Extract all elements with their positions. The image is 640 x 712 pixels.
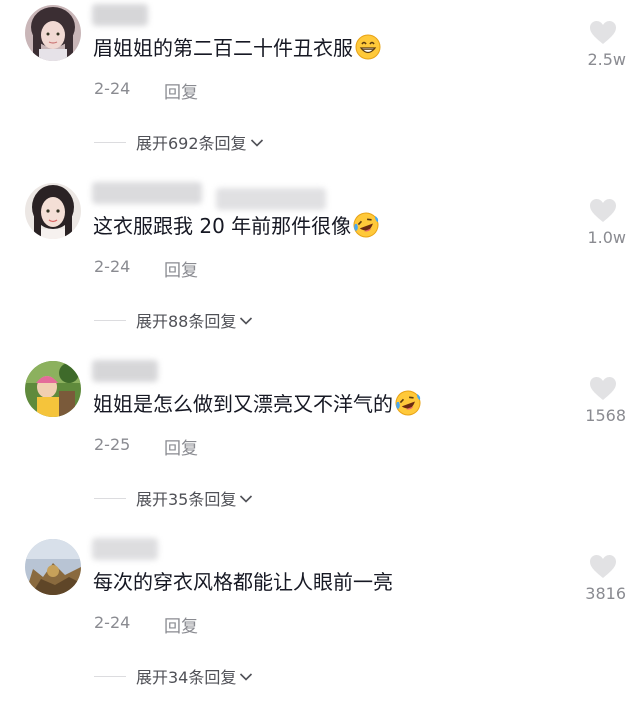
divider-line (94, 141, 126, 143)
comment-date: 2-25 (94, 435, 131, 454)
comment-item: 每次的穿衣风格都能让人眼前一亮 2-24 回复 3816 展开34条回复 (0, 534, 640, 712)
avatar-image (25, 5, 81, 61)
expand-replies-label: 展开35条回复 (136, 490, 237, 509)
expand-replies-label: 展开692条回复 (136, 134, 247, 153)
expand-replies-button[interactable]: 展开34条回复 (94, 664, 253, 688)
avatar-image (25, 539, 81, 595)
comment-text-content: 眉姐姐的第二百二十件丑衣服 (93, 36, 353, 60)
avatar[interactable] (25, 539, 81, 595)
chevron-down-icon (239, 489, 253, 508)
heart-icon[interactable] (589, 198, 617, 224)
divider-line (94, 675, 126, 677)
expand-replies-label: 展开88条回复 (136, 312, 237, 331)
comment-item: 这衣服跟我 20 年前那件很像 2-24 回复 1.0w 展开88条回复 (0, 178, 640, 356)
laughing-tears-emoji-icon (395, 390, 421, 424)
chevron-down-icon (250, 133, 264, 152)
comment-text: 这衣服跟我 20 年前那件很像 (93, 211, 379, 246)
like-count: 3816 (585, 584, 626, 603)
reply-button[interactable]: 回复 (164, 256, 198, 281)
heart-icon[interactable] (589, 376, 617, 402)
username-blurred[interactable] (92, 538, 158, 560)
grinning-face-emoji-icon (355, 34, 381, 68)
expand-replies-button[interactable]: 展开35条回复 (94, 486, 253, 510)
username-blurred[interactable] (92, 360, 158, 382)
reply-button[interactable]: 回复 (164, 612, 198, 637)
username-blurred-secondary (216, 188, 326, 210)
chevron-down-icon (239, 311, 253, 330)
comment-date: 2-24 (94, 257, 131, 276)
like-count: 1568 (585, 406, 626, 425)
comment-text-content: 每次的穿衣风格都能让人眼前一亮 (93, 570, 393, 594)
comment-text: 姐姐是怎么做到又漂亮又不洋气的 (93, 389, 421, 424)
avatar-image (25, 183, 81, 239)
expand-replies-label: 展开34条回复 (136, 668, 237, 687)
divider-line (94, 319, 126, 321)
reply-button[interactable]: 回复 (164, 434, 198, 459)
comment-item: 眉姐姐的第二百二十件丑衣服 2-24 回复 2.5w 展开692条回复 (0, 0, 640, 178)
comment-text-content: 姐姐是怎么做到又漂亮又不洋气的 (93, 392, 393, 416)
like-count: 1.0w (587, 228, 626, 247)
comment-date: 2-24 (94, 613, 131, 632)
expand-replies-button[interactable]: 展开88条回复 (94, 308, 253, 332)
like-count: 2.5w (587, 50, 626, 69)
username-blurred[interactable] (92, 182, 202, 204)
avatar-image (25, 361, 81, 417)
avatar[interactable] (25, 361, 81, 417)
reply-button[interactable]: 回复 (164, 78, 198, 103)
comment-text: 眉姐姐的第二百二十件丑衣服 (93, 33, 381, 68)
avatar[interactable] (25, 183, 81, 239)
avatar[interactable] (25, 5, 81, 61)
heart-icon[interactable] (589, 554, 617, 580)
expand-replies-button[interactable]: 展开692条回复 (94, 130, 264, 154)
laughing-tears-emoji-icon (353, 212, 379, 246)
divider-line (94, 497, 126, 499)
comment-item: 姐姐是怎么做到又漂亮又不洋气的 2-25 回复 1568 展开35条回复 (0, 356, 640, 534)
chevron-down-icon (239, 667, 253, 686)
comment-text-content: 这衣服跟我 20 年前那件很像 (93, 214, 352, 238)
comment-date: 2-24 (94, 79, 131, 98)
heart-icon[interactable] (589, 20, 617, 46)
comment-text: 每次的穿衣风格都能让人眼前一亮 (93, 567, 393, 597)
username-blurred[interactable] (92, 4, 148, 26)
